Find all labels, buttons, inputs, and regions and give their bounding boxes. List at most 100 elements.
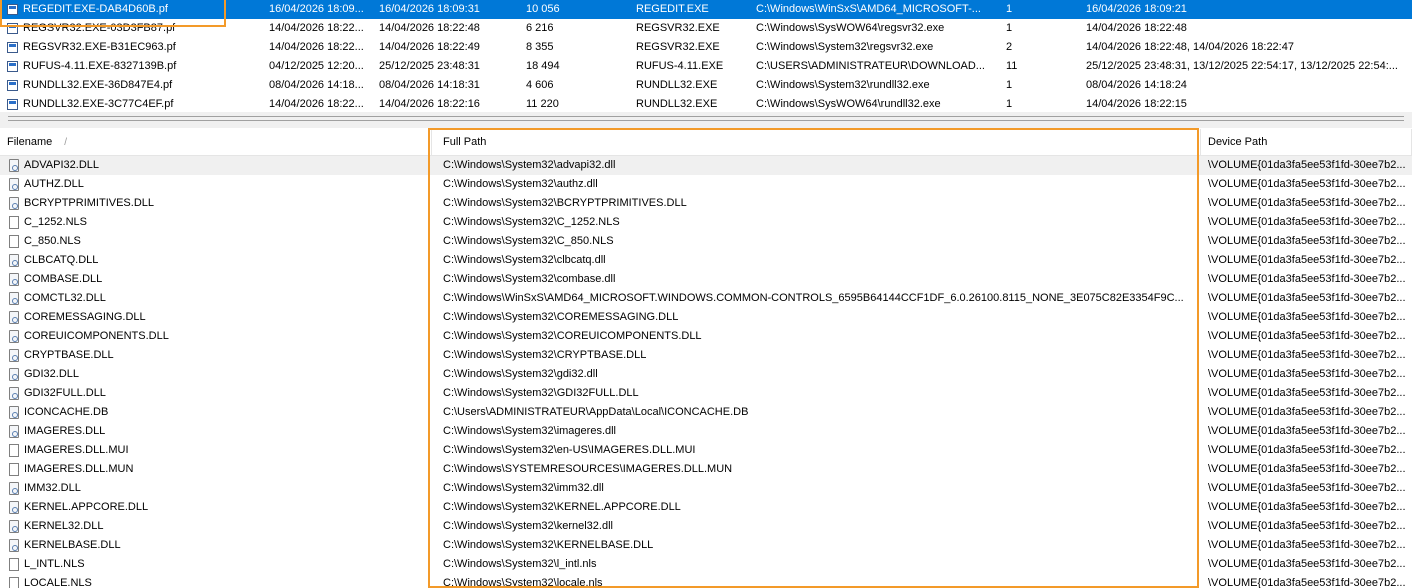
dll-icon — [9, 197, 19, 210]
cell-device-path: \VOLUME{01da3fa5ee53f1fd-30ee7b2... — [1208, 197, 1406, 209]
cell-runs: 11 — [1006, 60, 1018, 72]
prefetch-file-list[interactable]: REGEDIT.EXE-DAB4D60B.pf 16/04/2026 18:09.… — [0, 0, 1412, 112]
cell-filename: COREMESSAGING.DLL — [24, 311, 146, 323]
dll-icon — [9, 292, 19, 305]
loaded-file-row[interactable]: IMM32.DLL C:\Windows\System32\imm32.dll \V… — [0, 479, 1412, 498]
cell-full-path: C:\Windows\System32\imageres.dll — [443, 425, 617, 437]
file-icon — [9, 558, 19, 571]
cell-size: 11 220 — [526, 98, 559, 110]
cell-device-path: \VOLUME{01da3fa5ee53f1fd-30ee7b2... — [1208, 444, 1406, 456]
splitter-grip[interactable] — [8, 116, 1404, 121]
prefetch-row[interactable]: RUNDLL32.EXE-3C77C4EF.pf 14/04/2026 18:22… — [0, 95, 1412, 112]
loaded-file-row[interactable]: COREUICOMPONENTS.DLL C:\Windows\System32\… — [0, 327, 1412, 346]
cell-device-path: \VOLUME{01da3fa5ee53f1fd-30ee7b2... — [1208, 463, 1406, 475]
loaded-file-row[interactable]: CLBCATQ.DLL C:\Windows\System32\clbcatq.d… — [0, 251, 1412, 270]
cell-filename: IMAGERES.DLL.MUN — [24, 463, 134, 475]
cell-runs: 1 — [1006, 79, 1013, 91]
cell-last-run: 14/04/2026 18:22:48 — [1086, 22, 1187, 34]
prefetch-row[interactable]: RUFUS-4.11.EXE-8327139B.pf 04/12/2025 12:… — [0, 57, 1412, 76]
loaded-file-row[interactable]: C_1252.NLS C:\Windows\System32\C_1252.NLS… — [0, 213, 1412, 232]
column-header-full-path[interactable]: Full Path — [432, 129, 1201, 155]
prefetch-file-icon — [7, 61, 18, 72]
loaded-file-row[interactable]: KERNEL.APPCORE.DLL C:\Windows\System32\KE… — [0, 498, 1412, 517]
pane-splitter[interactable] — [0, 112, 1412, 128]
loaded-file-row[interactable]: IMAGERES.DLL C:\Windows\System32\imageres… — [0, 422, 1412, 441]
cell-filename: BCRYPTPRIMITIVES.DLL — [24, 197, 154, 209]
loaded-file-row[interactable]: AUTHZ.DLL C:\Windows\System32\authz.dll \V… — [0, 175, 1412, 194]
loaded-file-row[interactable]: CRYPTBASE.DLL C:\Windows\System32\CRYPTBA… — [0, 346, 1412, 365]
loaded-file-row[interactable]: LOCALE.NLS C:\Windows\System32\locale.nls… — [0, 574, 1412, 588]
cell-modified: 14/04/2026 18:22:49 — [379, 41, 480, 53]
cell-device-path: \VOLUME{01da3fa5ee53f1fd-30ee7b2... — [1208, 235, 1406, 247]
cell-filename: RUNDLL32.EXE-36D847E4.pf — [23, 79, 173, 91]
prefetch-file-icon — [7, 23, 18, 34]
cell-created: 14/04/2026 18:22... — [269, 98, 364, 110]
cell-full-path: C:\Windows\System32\clbcatq.dll — [443, 254, 606, 266]
cell-runs: 1 — [1006, 3, 1013, 15]
loaded-file-row[interactable]: COMCTL32.DLL C:\Windows\WinSxS\AMD64_MICR… — [0, 289, 1412, 308]
loaded-file-row[interactable]: BCRYPTPRIMITIVES.DLL C:\Windows\System32\… — [0, 194, 1412, 213]
prefetch-row[interactable]: REGSVR32.EXE-03D3FB87.pf 14/04/2026 18:22… — [0, 19, 1412, 38]
cell-device-path: \VOLUME{01da3fa5ee53f1fd-30ee7b2... — [1208, 273, 1406, 285]
loaded-file-row[interactable]: COREMESSAGING.DLL C:\Windows\System32\COR… — [0, 308, 1412, 327]
loaded-file-row[interactable]: ICONCACHE.DB C:\Users\ADMINISTRATEUR\AppD… — [0, 403, 1412, 422]
cell-full-path: C:\Windows\System32\l_intl.nls — [443, 558, 597, 570]
cell-full-path: C:\Windows\System32\locale.nls — [443, 577, 603, 588]
cell-size: 4 606 — [526, 79, 554, 91]
file-icon — [9, 577, 19, 588]
cell-device-path: \VOLUME{01da3fa5ee53f1fd-30ee7b2... — [1208, 558, 1406, 570]
cell-full-path: C:\Windows\System32\KERNELBASE.DLL — [443, 539, 654, 551]
prefetch-row[interactable]: REGSVR32.EXE-B31EC963.pf 14/04/2026 18:22… — [0, 38, 1412, 57]
prefetch-row[interactable]: REGEDIT.EXE-DAB4D60B.pf 16/04/2026 18:09.… — [0, 0, 1412, 19]
loaded-file-row[interactable]: C_850.NLS C:\Windows\System32\C_850.NLS \V… — [0, 232, 1412, 251]
loaded-file-row[interactable]: COMBASE.DLL C:\Windows\System32\combase.d… — [0, 270, 1412, 289]
cell-filename: GDI32FULL.DLL — [24, 387, 106, 399]
loaded-file-row[interactable]: GDI32.DLL C:\Windows\System32\gdi32.dll \V… — [0, 365, 1412, 384]
cell-device-path: \VOLUME{01da3fa5ee53f1fd-30ee7b2... — [1208, 330, 1406, 342]
cell-last-run: 08/04/2026 14:18:24 — [1086, 79, 1187, 91]
cell-full-path: C:\Windows\System32\imm32.dll — [443, 482, 604, 494]
dll-icon — [9, 273, 19, 286]
cell-filename: KERNEL32.DLL — [24, 520, 104, 532]
cell-path: C:\Windows\System32\rundll32.exe — [756, 79, 930, 91]
cell-created: 14/04/2026 18:22... — [269, 41, 364, 53]
header-device-path-label: Device Path — [1208, 136, 1268, 148]
cell-filename: LOCALE.NLS — [24, 577, 92, 588]
cell-runs: 2 — [1006, 41, 1013, 53]
cell-full-path: C:\Windows\System32\authz.dll — [443, 178, 598, 190]
loaded-file-row[interactable]: IMAGERES.DLL.MUN C:\Windows\SYSTEMRESOURC… — [0, 460, 1412, 479]
cell-full-path: C:\Windows\WinSxS\AMD64_MICROSOFT.WINDOW… — [443, 292, 1184, 304]
loaded-file-row[interactable]: KERNEL32.DLL C:\Windows\System32\kernel32… — [0, 517, 1412, 536]
cell-filename: KERNELBASE.DLL — [24, 539, 121, 551]
cell-last-run: 14/04/2026 18:22:15 — [1086, 98, 1187, 110]
loaded-file-row[interactable]: IMAGERES.DLL.MUI C:\Windows\System32\en-U… — [0, 441, 1412, 460]
dll-icon — [9, 425, 19, 438]
cell-device-path: \VOLUME{01da3fa5ee53f1fd-30ee7b2... — [1208, 159, 1406, 171]
column-header-filename[interactable]: Filename / — [0, 129, 432, 155]
prefetch-row[interactable]: RUNDLL32.EXE-36D847E4.pf 08/04/2026 14:18… — [0, 76, 1412, 95]
cell-device-path: \VOLUME{01da3fa5ee53f1fd-30ee7b2... — [1208, 520, 1406, 532]
cell-full-path: C:\Windows\System32\C_1252.NLS — [443, 216, 620, 228]
cell-filename: IMM32.DLL — [24, 482, 81, 494]
cell-device-path: \VOLUME{01da3fa5ee53f1fd-30ee7b2... — [1208, 539, 1406, 551]
cell-full-path: C:\Windows\System32\advapi32.dll — [443, 159, 616, 171]
cell-full-path: C:\Windows\System32\BCRYPTPRIMITIVES.DLL — [443, 197, 687, 209]
loaded-file-row[interactable]: GDI32FULL.DLL C:\Windows\System32\GDI32FU… — [0, 384, 1412, 403]
column-header-device-path[interactable]: Device Path — [1201, 129, 1412, 155]
loaded-file-row[interactable]: L_INTL.NLS C:\Windows\System32\l_intl.nls… — [0, 555, 1412, 574]
cell-device-path: \VOLUME{01da3fa5ee53f1fd-30ee7b2... — [1208, 178, 1406, 190]
cell-filename: REGSVR32.EXE-B31EC963.pf — [23, 41, 176, 53]
cell-full-path: C:\Users\ADMINISTRATEUR\AppData\Local\IC… — [443, 406, 749, 418]
loaded-file-row[interactable]: KERNELBASE.DLL C:\Windows\System32\KERNEL… — [0, 536, 1412, 555]
cell-process: REGEDIT.EXE — [636, 3, 709, 15]
cell-last-run: 16/04/2026 18:09:21 — [1086, 3, 1187, 15]
cell-created: 08/04/2026 14:18... — [269, 79, 364, 91]
cell-filename: ADVAPI32.DLL — [24, 159, 100, 171]
loaded-files-list[interactable]: Filename / Full Path Device Path ADVAPI32… — [0, 128, 1412, 588]
cell-path: C:\Windows\WinSxS\AMD64_MICROSOFT-... — [756, 3, 981, 15]
prefetch-file-icon — [7, 80, 18, 91]
cell-path: C:\Windows\SysWOW64\rundll32.exe — [756, 98, 941, 110]
loaded-file-row[interactable]: ADVAPI32.DLL C:\Windows\System32\advapi32… — [0, 156, 1412, 175]
cell-filename: RUNDLL32.EXE-3C77C4EF.pf — [23, 98, 174, 110]
cell-full-path: C:\Windows\System32\COREMESSAGING.DLL — [443, 311, 679, 323]
